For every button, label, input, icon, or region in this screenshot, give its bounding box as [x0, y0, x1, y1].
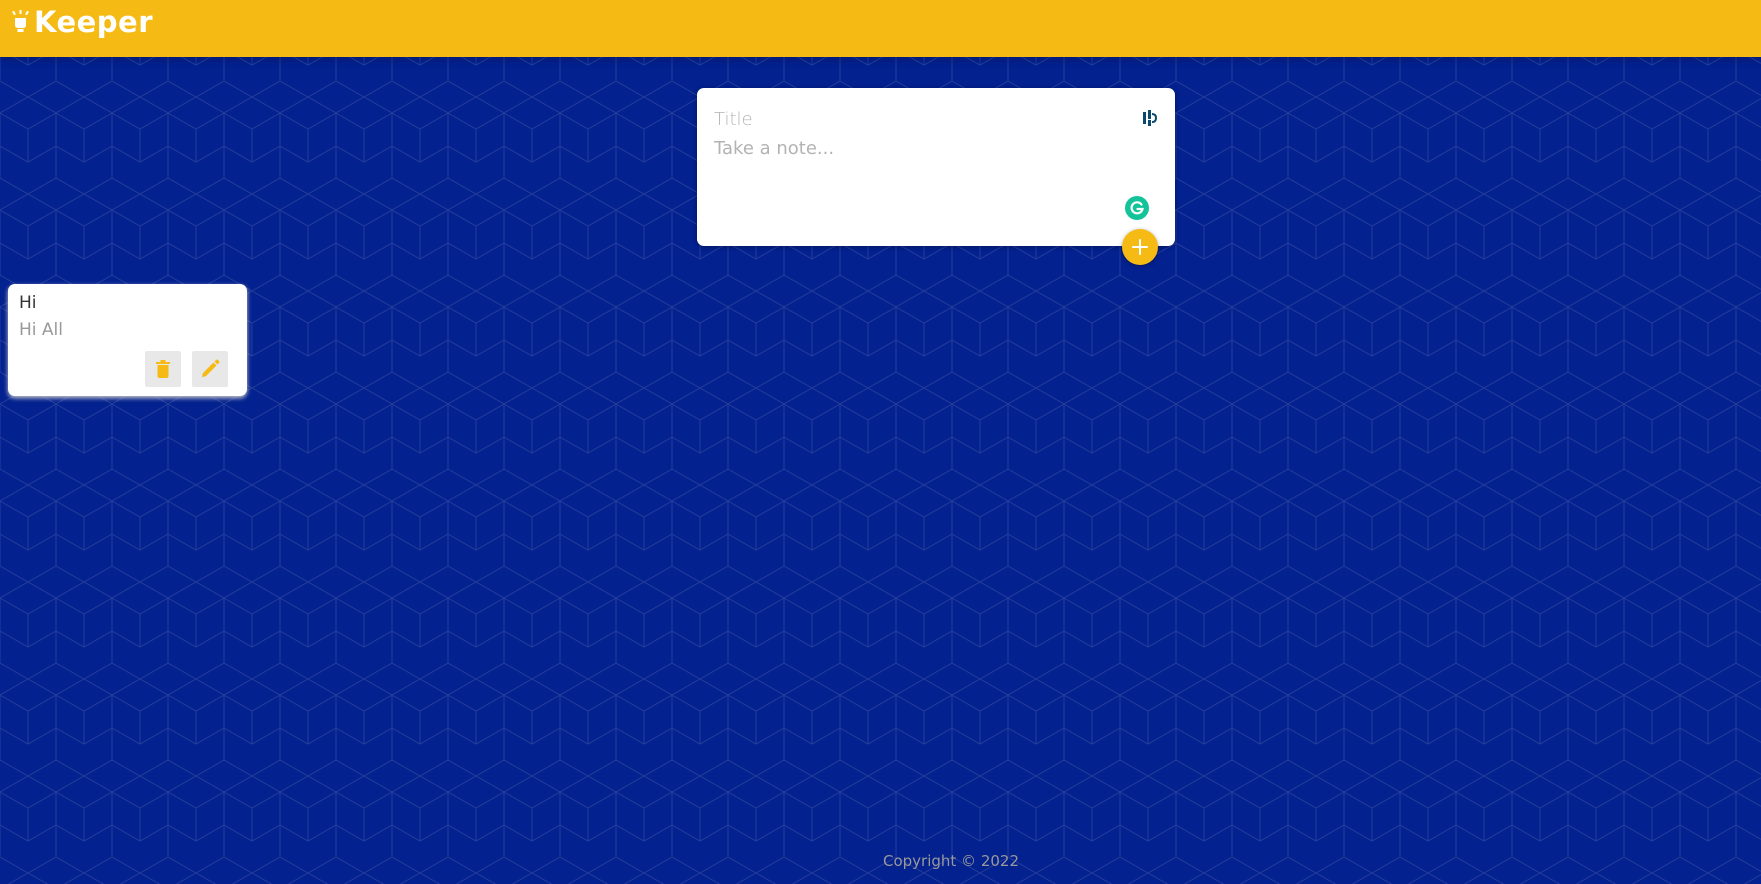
- trash-icon: [156, 360, 170, 378]
- create-note-form: [697, 88, 1175, 246]
- app-name: Keeper: [34, 5, 154, 39]
- note-content-input[interactable]: [714, 138, 1154, 198]
- grammarly-glyph-icon: [1130, 201, 1144, 215]
- lightbulb-icon: [12, 10, 29, 32]
- plus-icon: [1132, 239, 1148, 255]
- note-title: Hi: [19, 293, 37, 313]
- pencil-icon: [202, 359, 220, 377]
- delete-note-button[interactable]: [145, 351, 181, 387]
- note-content: Hi All: [19, 320, 63, 340]
- copyright-text: Copyright © 2022: [882, 852, 1019, 870]
- note-card: Hi Hi All: [8, 284, 247, 396]
- add-note-button[interactable]: [1122, 229, 1158, 265]
- app-header: Keeper: [0, 0, 1761, 57]
- logo[interactable]: Keeper: [12, 4, 153, 40]
- note-title-input[interactable]: [714, 106, 1114, 132]
- extension-icon[interactable]: [1143, 110, 1157, 126]
- grammarly-icon[interactable]: [1125, 196, 1149, 220]
- edit-note-button[interactable]: [192, 351, 228, 387]
